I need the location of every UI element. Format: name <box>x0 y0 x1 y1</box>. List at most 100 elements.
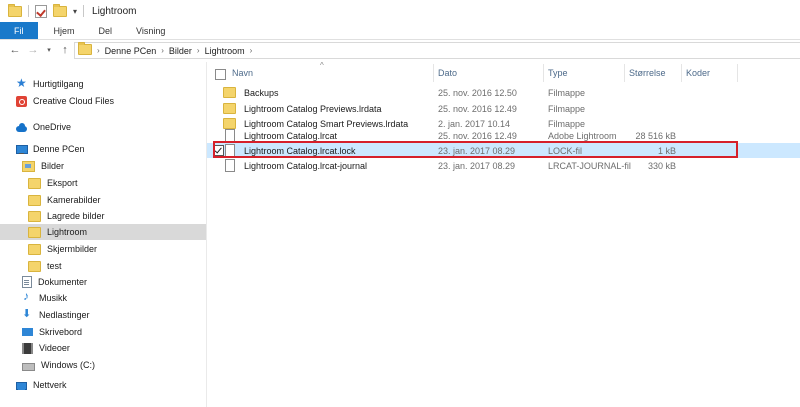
new-folder-icon[interactable] <box>53 0 67 22</box>
nav-videos[interactable]: Videoer <box>22 340 70 356</box>
tab-view[interactable]: Visning <box>124 22 177 39</box>
pictures-folder-icon <box>22 160 35 172</box>
quick-access-dropdown-icon[interactable]: ▾ <box>73 7 77 16</box>
recent-dropdown-icon[interactable]: ▾ <box>42 46 56 54</box>
back-arrow-icon[interactable]: ← <box>8 44 22 56</box>
file-name: Lightroom Catalog.lrcat.lock <box>244 145 356 156</box>
file-name: Backups <box>244 87 279 98</box>
folder-icon <box>8 0 22 22</box>
nav-label: Nedlastinger <box>39 310 90 320</box>
download-icon <box>22 307 33 321</box>
file-type: LRCAT-JOURNAL-fil <box>548 160 631 171</box>
table-row[interactable]: Lightroom Catalog.lrcat-journal 23. jan.… <box>207 158 800 173</box>
file-icon <box>225 144 235 157</box>
document-icon <box>22 276 32 288</box>
nav-label: OneDrive <box>33 122 72 132</box>
nav-onedrive[interactable]: OneDrive <box>16 119 71 135</box>
nav-network[interactable]: Nettverk <box>16 377 67 393</box>
nav-documents[interactable]: Dokumenter <box>22 274 87 290</box>
file-icon <box>225 129 235 142</box>
chevron-right-icon[interactable]: › <box>161 46 164 55</box>
cloud-icon <box>16 122 27 133</box>
file-size: 28 516 kB <box>635 130 676 141</box>
nav-music[interactable]: Musikk <box>22 289 68 306</box>
table-row[interactable]: Backups 25. nov. 2016 12.50 Filmappe <box>207 85 800 100</box>
forward-arrow-icon[interactable]: → <box>26 44 40 56</box>
nav-pictures[interactable]: Bilder <box>22 158 64 174</box>
file-name: Lightroom Catalog Previews.lrdata <box>244 103 382 114</box>
nav-subfolder-test[interactable]: test <box>28 258 62 274</box>
nav-label: Dokumenter <box>38 277 88 287</box>
chevron-right-icon[interactable]: › <box>97 46 100 55</box>
tab-share[interactable]: Del <box>87 22 125 39</box>
nav-label: test <box>47 261 62 271</box>
column-divider[interactable] <box>681 64 682 82</box>
file-date: 25. nov. 2016 12.50 <box>438 87 517 98</box>
chevron-right-icon[interactable]: › <box>197 46 200 55</box>
file-date: 23. jan. 2017 08.29 <box>438 160 516 171</box>
folder-icon <box>28 243 41 255</box>
breadcrumb-lightroom[interactable]: Lightroom <box>205 46 245 56</box>
address-bar[interactable]: › Denne PCen › Bilder › Lightroom › <box>74 42 800 59</box>
nav-label: Creative Cloud Files <box>33 96 115 106</box>
file-date: 25. nov. 2016 12.49 <box>438 103 517 114</box>
folder-icon <box>78 42 92 57</box>
column-divider[interactable] <box>543 64 544 82</box>
nav-subfolder-skjermbilder[interactable]: Skjermbilder <box>28 241 97 257</box>
folder-icon <box>28 260 41 272</box>
file-type: LOCK-fil <box>548 145 583 156</box>
nav-label: Eksport <box>47 178 78 188</box>
chevron-right-icon[interactable]: › <box>250 46 253 55</box>
row-checkbox[interactable] <box>213 145 224 156</box>
video-icon <box>22 342 33 354</box>
file-name: Lightroom Catalog.lrcat-journal <box>244 160 368 171</box>
column-divider[interactable] <box>624 64 625 82</box>
column-divider[interactable] <box>737 64 738 82</box>
nav-this-pc[interactable]: Denne PCen <box>16 141 85 157</box>
breadcrumb-pictures[interactable]: Bilder <box>169 46 192 56</box>
file-icon <box>225 159 235 172</box>
nav-subfolder-eksport[interactable]: Eksport <box>28 175 78 191</box>
table-row-selected[interactable]: Lightroom Catalog.lrcat.lock 23. jan. 20… <box>207 143 800 158</box>
nav-label: Windows (C:) <box>41 360 96 370</box>
file-size: 330 kB <box>647 160 676 171</box>
desktop-icon <box>22 328 33 336</box>
select-all-checkbox[interactable] <box>215 69 226 80</box>
breadcrumb-this-pc[interactable]: Denne PCen <box>105 46 157 56</box>
nav-label: Kamerabilder <box>47 195 101 205</box>
nav-downloads[interactable]: Nedlastinger <box>22 307 90 323</box>
nav-label: Bilder <box>41 161 65 171</box>
sort-ascending-icon: ^ <box>320 61 324 70</box>
up-arrow-icon[interactable]: ↑ <box>58 44 72 56</box>
column-size[interactable]: Størrelse <box>629 66 666 80</box>
table-row[interactable]: Lightroom Catalog.lrcat 25. nov. 2016 12… <box>207 128 800 143</box>
properties-icon[interactable] <box>35 0 47 22</box>
tab-file[interactable]: Fil <box>0 22 38 39</box>
column-header: ^ Navn Dato Type Størrelse Koder <box>207 61 800 84</box>
nav-label: Hurtigtilgang <box>33 79 84 89</box>
nav-label: Videoer <box>39 343 70 353</box>
column-date[interactable]: Dato <box>438 66 457 80</box>
column-name[interactable]: Navn <box>232 66 253 80</box>
nav-subfolder-lightroom[interactable]: Lightroom <box>0 224 206 240</box>
folder-icon <box>28 226 41 238</box>
folder-icon <box>28 210 41 222</box>
column-tags[interactable]: Koder <box>686 66 710 80</box>
nav-label: Musikk <box>39 293 68 303</box>
folder-icon <box>28 177 41 189</box>
nav-creative-cloud[interactable]: Creative Cloud Files <box>16 93 114 109</box>
nav-quick-access[interactable]: Hurtigtilgang <box>16 76 84 92</box>
music-icon <box>22 289 33 304</box>
column-type[interactable]: Type <box>548 66 568 80</box>
nav-label: Denne PCen <box>33 144 85 154</box>
computer-icon <box>16 144 28 155</box>
window-title: Lightroom <box>92 5 137 17</box>
nav-subfolder-lagrede-bilder[interactable]: Lagrede bilder <box>28 208 105 224</box>
nav-label: Nettverk <box>33 380 67 390</box>
nav-subfolder-kamerabilder[interactable]: Kamerabilder <box>28 192 101 208</box>
nav-desktop[interactable]: Skrivebord <box>22 324 82 340</box>
tab-home[interactable]: Hjem <box>42 22 87 39</box>
nav-drive-c[interactable]: Windows (C:) <box>22 357 95 373</box>
table-row[interactable]: Lightroom Catalog Previews.lrdata 25. no… <box>207 101 800 116</box>
column-divider[interactable] <box>433 64 434 82</box>
